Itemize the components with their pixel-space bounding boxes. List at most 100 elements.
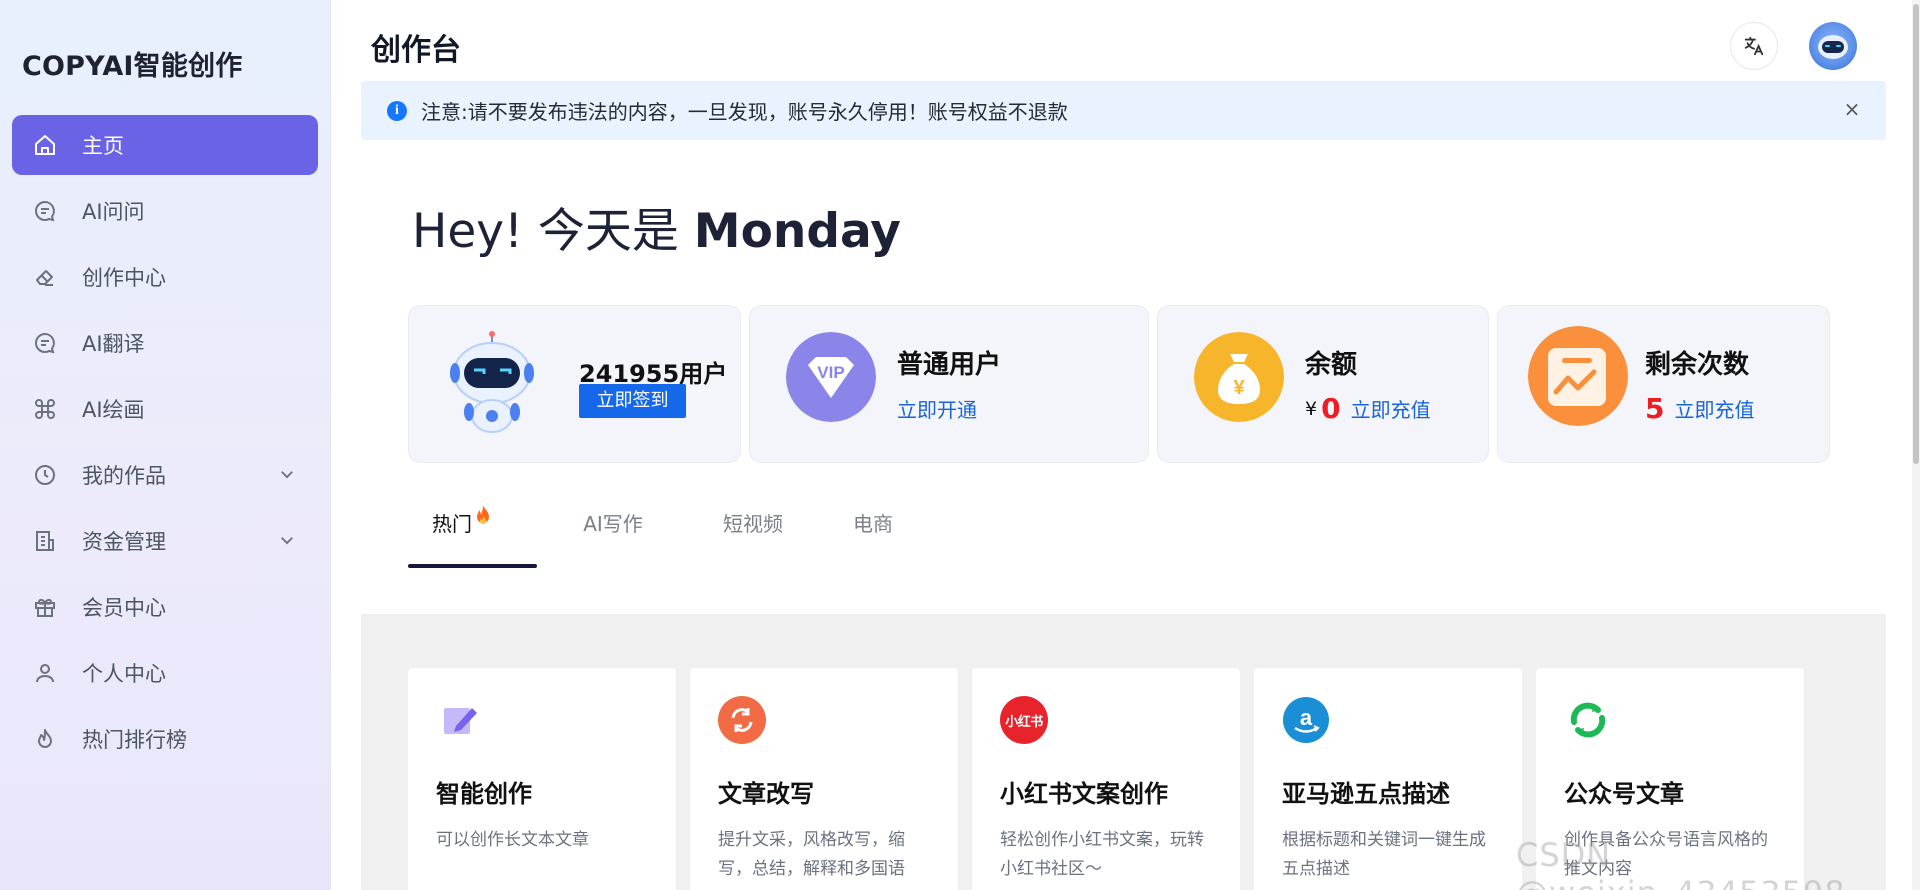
close-icon[interactable]: × (1842, 99, 1862, 119)
sidebar-item-home[interactable]: 主页 (12, 115, 318, 175)
tab-label: 电商 (853, 512, 893, 536)
sidebar-item-ai-ask[interactable]: AI问问 (12, 181, 318, 241)
sidebar-item-label: AI绘画 (82, 398, 145, 422)
scrollbar[interactable] (1912, 0, 1920, 890)
tool-title: 文章改写 (718, 780, 814, 808)
sidebar-item-label: AI问问 (82, 200, 145, 224)
sidebar-item-profile[interactable]: 个人中心 (12, 643, 318, 703)
watermark: CSDN @weixin_43453598 (1516, 836, 1845, 890)
svg-text:¥: ¥ (1233, 377, 1245, 399)
user-count-card: 241955用户 立即签到 (408, 305, 741, 463)
chevron-down-icon[interactable] (278, 531, 296, 549)
svg-text:VIP: VIP (817, 363, 844, 382)
page-title: 创作台 (371, 33, 461, 68)
tool-desc: 提升文采，风格改写，缩写，总结，解释和多国语 (718, 830, 905, 879)
sidebar-menu: 主页 AI问问 创作中心 AI翻译 AI绘画 我的作品 资金管理 会员中心 个人… (12, 115, 318, 775)
chat-icon (32, 198, 58, 224)
refresh-icon (718, 696, 766, 744)
home-icon (32, 132, 58, 158)
xiaohongshu-icon-text: 小红书 (1005, 714, 1043, 730)
alert-message: 注意:请不要发布违法的内容，一旦发现，账号永久停用！账号权益不退款 (421, 100, 1068, 124)
tool-title: 小红书文案创作 (1000, 780, 1168, 808)
translate-button[interactable] (1730, 22, 1778, 70)
sidebar-item-hot-ranking[interactable]: 热门排行榜 (12, 709, 318, 769)
recharge-link[interactable]: 立即充值 (1351, 394, 1431, 423)
sidebar-item-ai-draw[interactable]: AI绘画 (12, 379, 318, 439)
tab-label: 短视频 (723, 512, 783, 536)
main-content: 创作台 i 注意:请不要发布违法的内容，一旦发现，账号永久停用！账号权益不退款 … (331, 0, 1920, 890)
translate-icon (1744, 36, 1764, 56)
sidebar-item-label: 主页 (82, 134, 124, 158)
tab-hot[interactable]: 热门 (408, 498, 537, 568)
tool-card-rewrite[interactable]: 文章改写 提升文采，风格改写，缩写，总结，解释和多国语 (690, 668, 958, 890)
avatar[interactable] (1809, 22, 1857, 70)
sidebar-item-membership[interactable]: 会员中心 (12, 577, 318, 637)
chevron-down-icon[interactable] (278, 465, 296, 483)
sidebar-item-label: 我的作品 (82, 464, 166, 488)
command-icon (32, 396, 58, 422)
greeting-prefix: Hey! 今天是 (412, 204, 694, 259)
tool-title: 亚马逊五点描述 (1282, 780, 1450, 808)
tab-ecommerce[interactable]: 电商 (817, 498, 929, 568)
tool-desc: 根据标题和关键词一键生成五点描述 (1282, 830, 1486, 879)
member-sub: 立即开通 (897, 394, 977, 423)
chart-note-icon (1528, 326, 1628, 426)
building-icon (32, 528, 58, 554)
wechat-icon (1570, 702, 1606, 738)
eraser-icon (32, 264, 58, 290)
tab-short-video[interactable]: 短视频 (689, 498, 817, 568)
xiaohongshu-icon: 小红书 (1000, 696, 1048, 744)
notice-alert: i 注意:请不要发布违法的内容，一旦发现，账号永久停用！账号权益不退款 × (361, 81, 1886, 140)
tab-label: 热门 (432, 512, 472, 536)
remaining-card: 剩余次数 5 立即充值 (1497, 305, 1830, 463)
sidebar-item-my-works[interactable]: 我的作品 (12, 445, 318, 505)
fire-icon (32, 726, 58, 752)
sidebar-item-funds[interactable]: 资金管理 (12, 511, 318, 571)
scrollbar-thumb[interactable] (1913, 4, 1919, 464)
greeting-day: Monday (693, 204, 901, 259)
brand-title: COPYAI智能创作 (22, 51, 243, 82)
tool-card-xiaohongshu[interactable]: 小红书 小红书文案创作 轻松创作小红书文案，玩转小红书社区～ (972, 668, 1240, 890)
sidebar-item-ai-translate[interactable]: AI翻译 (12, 313, 318, 373)
sidebar-item-label: 个人中心 (82, 662, 166, 686)
recharge-link[interactable]: 立即充值 (1674, 394, 1754, 423)
money-bag-icon: ¥ (1194, 332, 1284, 422)
sidebar-item-label: 热门排行榜 (82, 728, 187, 752)
balance-card: ¥ 余额 ¥ 0 立即充值 (1157, 305, 1489, 463)
gift-icon (32, 594, 58, 620)
balance-title: 余额 (1305, 350, 1358, 380)
svg-text:a: a (1300, 705, 1313, 730)
edit-icon (444, 708, 477, 734)
tool-title: 公众号文章 (1564, 780, 1684, 808)
tool-desc: 轻松创作小红书文案，玩转小红书社区～ (1000, 830, 1204, 879)
currency-symbol: ¥ (1305, 397, 1318, 420)
remaining-count: 5 (1645, 391, 1665, 425)
tool-card-amazon[interactable]: a 亚马逊五点描述 根据标题和关键词一键生成五点描述 (1254, 668, 1522, 890)
sidebar-item-label: 会员中心 (82, 596, 166, 620)
category-tabs: 热门 AI写作 短视频 电商 (408, 498, 929, 568)
tool-card-smart-creation[interactable]: 智能创作 可以创作长文本文章 (408, 668, 676, 890)
tab-label: AI写作 (583, 512, 643, 536)
tab-active-indicator (408, 564, 537, 568)
membership-card: VIP 普通用户 立即开通 (749, 305, 1149, 463)
tab-ai-writing[interactable]: AI写作 (537, 498, 689, 568)
user-icon (32, 660, 58, 686)
sign-in-button[interactable]: 立即签到 (579, 384, 686, 418)
info-icon: i (387, 100, 407, 121)
tool-desc: 可以创作长文本文章 (436, 830, 589, 850)
open-vip-link[interactable]: 立即开通 (897, 394, 977, 423)
sidebar-item-label: 资金管理 (82, 530, 166, 554)
remaining-title: 剩余次数 (1645, 350, 1750, 380)
balance-sub: ¥ 0 立即充值 (1305, 394, 1431, 423)
tool-title: 智能创作 (436, 780, 532, 808)
sidebar: COPYAI智能创作 主页 AI问问 创作中心 AI翻译 AI绘画 我的作品 资… (0, 0, 331, 890)
robot-mascot-icon (450, 331, 534, 433)
chat-icon (32, 330, 58, 356)
fire-icon (477, 505, 489, 524)
clock-icon (32, 462, 58, 488)
sidebar-item-creation-center[interactable]: 创作中心 (12, 247, 318, 307)
member-type: 普通用户 (897, 350, 1002, 380)
balance-amount: 0 (1321, 391, 1341, 425)
amazon-icon: a (1283, 697, 1329, 743)
sidebar-item-label: AI翻译 (82, 332, 145, 356)
